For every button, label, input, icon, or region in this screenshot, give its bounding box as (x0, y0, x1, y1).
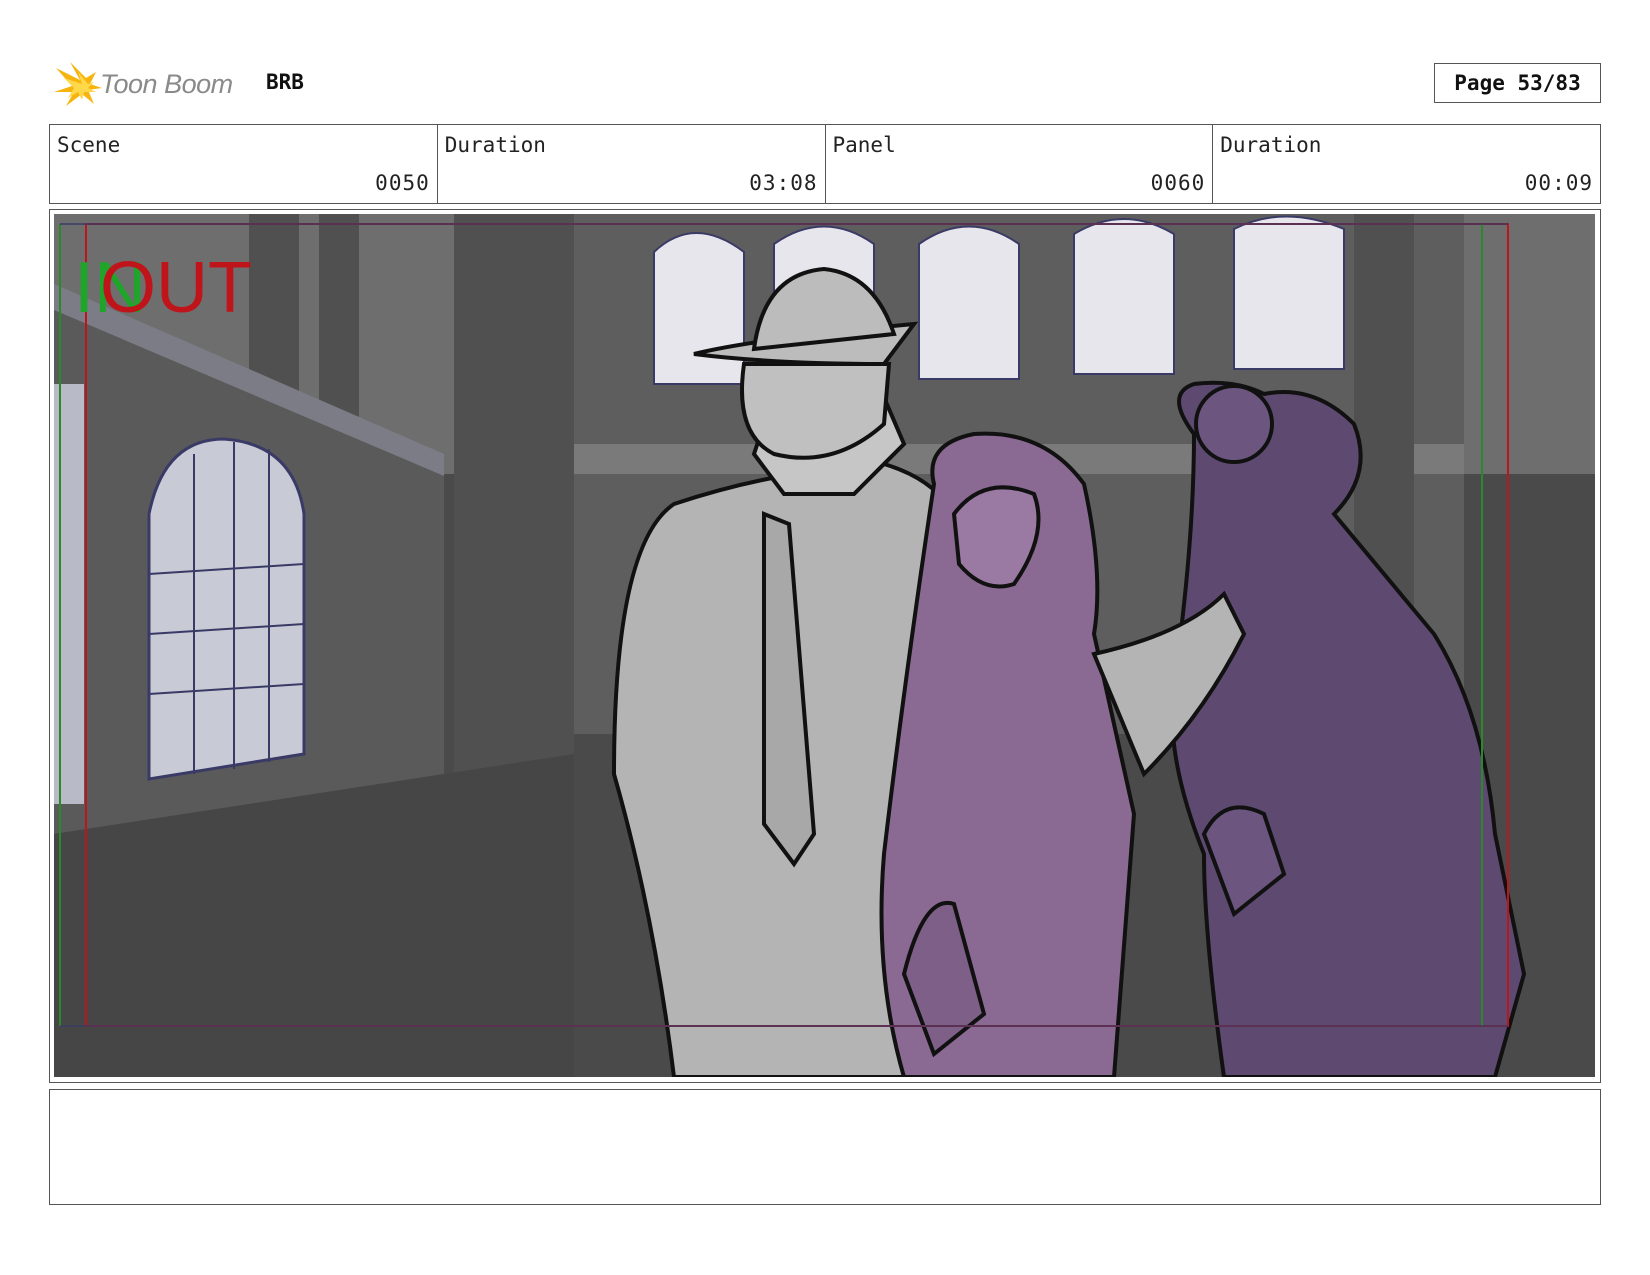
scene-duration-value: 03:08 (749, 171, 818, 195)
scene-duration-cell: Duration 03:08 (438, 125, 826, 203)
storyboard-panel: IN OUT (49, 209, 1601, 1083)
scene-duration-label: Duration (444, 133, 546, 157)
panel-duration-cell: Duration 00:09 (1213, 125, 1600, 203)
page-indicator: Page 53/83 (1434, 63, 1601, 103)
panel-duration-value: 00:09 (1524, 171, 1593, 195)
panel-duration-label: Duration (1220, 133, 1322, 157)
scene-label: Scene (57, 133, 121, 157)
out-marker: OUT (100, 248, 252, 328)
scene-value: 0050 (375, 171, 430, 195)
toon-boom-logo: Toon Boom (52, 58, 233, 110)
panel-artwork: IN OUT (54, 214, 1595, 1077)
info-row: Scene 0050 Duration 03:08 Panel 0060 Dur… (49, 124, 1601, 204)
project-name: BRB (266, 70, 304, 94)
panel-notes (49, 1089, 1601, 1205)
scene-cell: Scene 0050 (50, 125, 438, 203)
panel-label: Panel (832, 133, 896, 157)
panel-cell: Panel 0060 (826, 125, 1214, 203)
starburst-icon (54, 62, 102, 106)
logo-wordmark: Toon Boom (100, 68, 233, 99)
panel-value: 0060 (1150, 171, 1206, 195)
